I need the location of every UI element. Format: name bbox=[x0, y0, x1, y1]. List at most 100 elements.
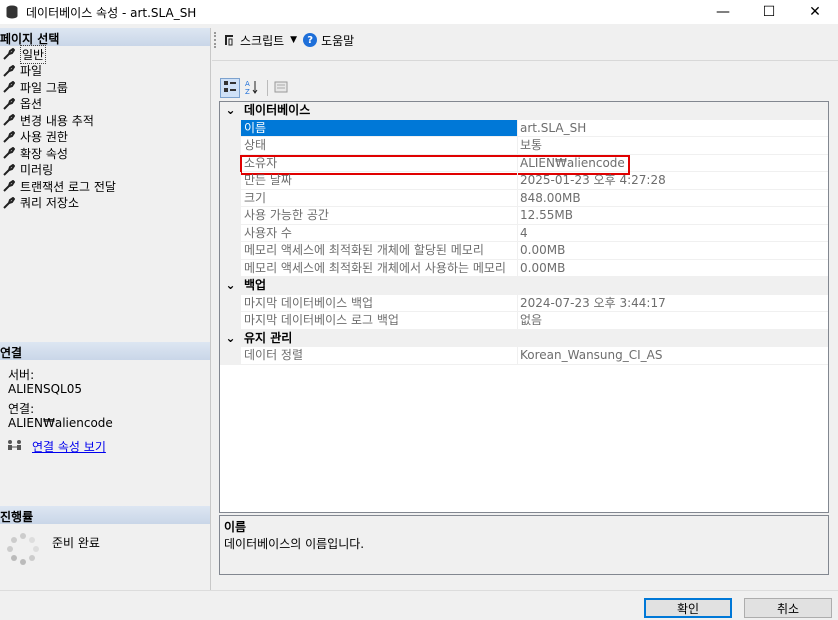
category-maintenance[interactable]: ⌄ 유지 관리 bbox=[220, 329, 828, 347]
property-value: 2024-07-23 오후 3:44:17 bbox=[518, 295, 828, 312]
page-item-filegroups[interactable]: 파일 그룹 bbox=[2, 79, 210, 96]
wrench-icon bbox=[2, 97, 16, 111]
property-value: Korean_Wansung_CI_AS bbox=[518, 347, 828, 365]
property-pages-icon bbox=[274, 80, 288, 97]
property-row-collation[interactable]: 데이터 정렬 Korean_Wansung_CI_AS bbox=[220, 347, 828, 365]
categorized-icon bbox=[223, 80, 237, 97]
page-item-label: 파일 그룹 bbox=[20, 80, 68, 95]
category-label: 유지 관리 bbox=[244, 330, 293, 345]
property-row-user-count[interactable]: 사용자 수 4 bbox=[220, 224, 828, 242]
property-row-memory-used[interactable]: 메모리 액세스에 최적화된 개체에서 사용하는 메모리 0.00MB bbox=[220, 259, 828, 277]
page-item-mirroring[interactable]: 미러링 bbox=[2, 162, 210, 179]
alphabetical-button[interactable]: AZ bbox=[242, 78, 262, 98]
cancel-button[interactable]: 취소 bbox=[744, 598, 832, 618]
connection-info: 서버: ALIENSQL05 연결: ALIEN₩aliencode bbox=[8, 368, 113, 430]
help-button[interactable]: ? 도움말 bbox=[303, 32, 354, 49]
wrench-icon bbox=[2, 47, 16, 61]
left-panel: 페이지 선택 일반 파일 파일 그룹 옵션 변경 내용 추적 사용 권한 확장 … bbox=[0, 28, 210, 590]
property-value: 없음 bbox=[518, 312, 828, 330]
property-name: 데이터 정렬 bbox=[241, 347, 518, 365]
script-button[interactable]: 스크립트 ▼ bbox=[222, 32, 297, 49]
category-backup[interactable]: ⌄ 백업 bbox=[220, 277, 828, 295]
chevron-down-icon: ▼ bbox=[290, 35, 298, 45]
ok-button[interactable]: 확인 bbox=[644, 598, 732, 618]
property-value: art.SLA_SH bbox=[518, 120, 828, 137]
page-item-options[interactable]: 옵션 bbox=[2, 96, 210, 113]
property-name: 크기 bbox=[241, 189, 518, 207]
property-name: 마지막 데이터베이스 백업 bbox=[241, 294, 518, 312]
close-button[interactable]: ✕ bbox=[792, 0, 838, 24]
page-item-permissions[interactable]: 사용 권한 bbox=[2, 129, 210, 146]
page-item-general[interactable]: 일반 bbox=[2, 44, 210, 64]
page-item-query-store[interactable]: 쿼리 저장소 bbox=[2, 195, 210, 212]
connection-value: ALIEN₩aliencode bbox=[8, 416, 113, 430]
page-item-label: 쿼리 저장소 bbox=[20, 196, 80, 211]
progress-spinner-icon bbox=[6, 532, 40, 566]
property-row-memory-allocated[interactable]: 메모리 액세스에 최적화된 개체에 할당된 메모리 0.00MB bbox=[220, 242, 828, 260]
toolbar-divider bbox=[212, 60, 838, 61]
property-name: 메모리 액세스에 최적화된 개체에 할당된 메모리 bbox=[241, 242, 518, 260]
title-bar: 데이터베이스 속성 - art.SLA_SH — ☐ ✕ bbox=[0, 0, 838, 24]
page-item-label: 변경 내용 추적 bbox=[20, 113, 94, 128]
page-item-extended-properties[interactable]: 확장 속성 bbox=[2, 145, 210, 162]
page-item-label: 파일 bbox=[20, 64, 43, 79]
page-item-files[interactable]: 파일 bbox=[2, 63, 210, 80]
page-item-label: 일반 bbox=[20, 44, 47, 64]
property-row-last-backup[interactable]: 마지막 데이터베이스 백업 2024-07-23 오후 3:44:17 bbox=[220, 294, 828, 312]
categorized-button[interactable] bbox=[220, 78, 240, 98]
property-name: 마지막 데이터베이스 로그 백업 bbox=[241, 312, 518, 330]
property-value: 12.55MB bbox=[518, 207, 828, 225]
sort-alphabetical-icon: AZ bbox=[245, 79, 259, 98]
toolbar-grip bbox=[214, 32, 218, 48]
maximize-button[interactable]: ☐ bbox=[746, 0, 792, 24]
wrench-icon bbox=[2, 80, 16, 94]
help-icon: ? bbox=[303, 33, 318, 47]
property-name: 사용자 수 bbox=[241, 224, 518, 242]
script-label: 스크립트 bbox=[240, 33, 285, 48]
category-label: 데이터베이스 bbox=[244, 103, 311, 117]
collapse-chevron-icon[interactable]: ⌄ bbox=[220, 277, 241, 295]
wrench-icon bbox=[2, 163, 16, 177]
property-grid-toolbar: AZ bbox=[220, 78, 293, 98]
view-connection-properties-link[interactable]: 연결 속성 보기 bbox=[32, 438, 106, 455]
property-row-owner[interactable]: 소유자 ALIEN₩aliencode bbox=[220, 154, 828, 175]
window-title: 데이터베이스 속성 - art.SLA_SH bbox=[26, 5, 197, 20]
collapse-chevron-icon[interactable]: ⌄ bbox=[220, 329, 241, 347]
property-row-name[interactable]: 이름 art.SLA_SH bbox=[220, 119, 828, 137]
property-pages-button[interactable] bbox=[271, 78, 291, 98]
panel-divider bbox=[210, 28, 211, 590]
database-icon bbox=[4, 4, 20, 20]
script-icon bbox=[222, 33, 236, 47]
page-item-label: 사용 권한 bbox=[20, 130, 68, 145]
property-value: 2025-01-23 오후 4:27:28 bbox=[518, 172, 828, 190]
footer-divider bbox=[0, 590, 838, 591]
property-row-status[interactable]: 상태 보통 bbox=[220, 137, 828, 155]
page-item-log-shipping[interactable]: 트랜잭션 로그 전달 bbox=[2, 178, 210, 195]
property-name: 만든 날짜 bbox=[241, 172, 518, 190]
category-database[interactable]: ⌄ 데이터베이스 bbox=[220, 102, 828, 120]
property-row-last-log-backup[interactable]: 마지막 데이터베이스 로그 백업 없음 bbox=[220, 312, 828, 330]
property-row-date-created[interactable]: 만든 날짜 2025-01-23 오후 4:27:28 bbox=[220, 172, 828, 190]
property-value: ALIEN₩aliencode bbox=[518, 155, 828, 172]
property-name: 상태 bbox=[241, 137, 518, 155]
property-name: 이름 bbox=[241, 119, 518, 137]
svg-text:Z: Z bbox=[245, 88, 250, 95]
property-row-size[interactable]: 크기 848.00MB bbox=[220, 189, 828, 207]
description-text: 데이터베이스의 이름입니다. bbox=[224, 537, 365, 551]
page-item-change-tracking[interactable]: 변경 내용 추적 bbox=[2, 112, 210, 129]
wrench-icon bbox=[2, 130, 16, 144]
wrench-icon bbox=[2, 64, 16, 78]
connection-label: 연결: bbox=[8, 402, 35, 416]
view-connection-properties: 연결 속성 보기 bbox=[6, 438, 106, 455]
collapse-chevron-icon[interactable]: ⌄ bbox=[220, 102, 241, 120]
progress-status: 준비 완료 bbox=[6, 532, 100, 566]
property-value: 0.00MB bbox=[518, 260, 828, 277]
page-item-label: 확장 속성 bbox=[20, 146, 68, 161]
minimize-button[interactable]: — bbox=[700, 0, 746, 24]
wrench-icon bbox=[2, 179, 16, 193]
property-value: 0.00MB bbox=[518, 242, 828, 260]
help-label: 도움말 bbox=[321, 33, 355, 48]
page-list: 일반 파일 파일 그룹 옵션 변경 내용 추적 사용 권한 확장 속성 미러링 bbox=[0, 44, 210, 212]
page-item-label: 옵션 bbox=[20, 97, 43, 112]
property-row-space-available[interactable]: 사용 가능한 공간 12.55MB bbox=[220, 207, 828, 225]
